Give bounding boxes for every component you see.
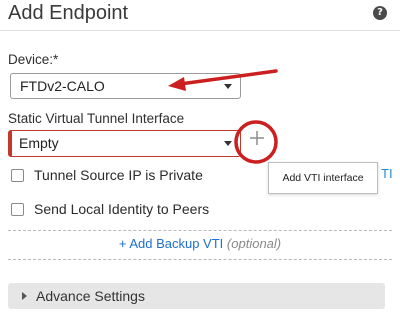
plus-icon[interactable] xyxy=(247,128,267,148)
svti-select[interactable]: Empty xyxy=(8,130,241,157)
help-icon[interactable]: ? xyxy=(373,6,387,20)
svti-select-value: Empty xyxy=(19,135,59,151)
tunnel-private-label: Tunnel Source IP is Private xyxy=(34,167,203,183)
advance-settings-toggle[interactable]: Advance Settings xyxy=(8,283,385,309)
add-vti-tooltip: Add VTI interface xyxy=(268,162,378,194)
partial-link-text: TI xyxy=(381,166,393,181)
device-select[interactable]: FTDv2-CALO xyxy=(10,73,241,99)
send-identity-checkbox[interactable] xyxy=(11,203,24,216)
page-title: Add Endpoint xyxy=(8,2,129,24)
dashed-divider-top xyxy=(8,230,392,231)
send-identity-label: Send Local Identity to Peers xyxy=(34,201,210,217)
chevron-right-icon xyxy=(22,292,27,300)
add-backup-vti-link[interactable]: + Add Backup VTI xyxy=(119,236,223,251)
chevron-down-icon xyxy=(224,141,232,146)
device-select-value: FTDv2-CALO xyxy=(20,78,105,94)
device-label: Device:* xyxy=(8,52,59,67)
chevron-down-icon xyxy=(224,84,232,89)
svti-label: Static Virtual Tunnel Interface xyxy=(8,111,185,126)
advance-settings-label: Advance Settings xyxy=(36,288,145,304)
optional-label: (optional) xyxy=(226,236,282,251)
dashed-divider-bottom xyxy=(8,259,392,260)
header-divider xyxy=(0,30,400,31)
annotation-overlay xyxy=(168,69,278,164)
add-backup-vti-row: + Add Backup VTI (optional) xyxy=(0,236,400,251)
tunnel-private-checkbox[interactable] xyxy=(11,169,24,182)
